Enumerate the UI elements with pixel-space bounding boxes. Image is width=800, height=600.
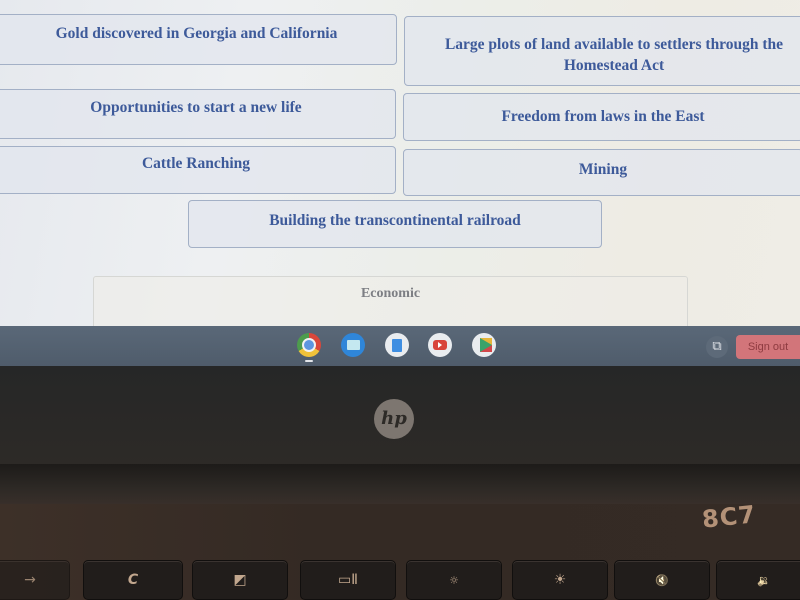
screen: Gold discovered in Georgia and Californi…: [0, 0, 800, 328]
docs-icon[interactable]: [385, 333, 409, 357]
shelf: [0, 326, 800, 366]
forward-key[interactable]: →: [0, 560, 70, 600]
brightness-up-icon: ☀: [553, 572, 567, 588]
tile-label: Large plots of land available to settler…: [444, 36, 784, 74]
youtube-icon[interactable]: [428, 333, 452, 357]
drop-zone-label: Economic: [360, 286, 421, 301]
tile-label: Cattle Ranching: [141, 155, 251, 172]
sign-out-button[interactable]: Sign out: [736, 335, 800, 359]
brightness-up-key[interactable]: ☀: [512, 560, 608, 600]
fullscreen-icon: ◩: [233, 572, 247, 588]
overview-icon: ▭Ⅱ: [337, 572, 359, 588]
tile-label: Gold discovered in Georgia and Californi…: [55, 25, 338, 42]
overview-key[interactable]: ▭Ⅱ: [300, 560, 396, 600]
answer-tile-gold[interactable]: Gold discovered in Georgia and Californi…: [0, 14, 397, 65]
tile-label: Freedom from laws in the East: [501, 108, 705, 125]
answer-tile-railroad[interactable]: Building the transcontinental railroad: [188, 200, 602, 248]
laptop-hinge: [0, 464, 800, 504]
volume-down-icon: 🔉: [757, 573, 771, 587]
sticker-label: 8C7: [700, 500, 758, 534]
brightness-down-key[interactable]: ☼: [406, 560, 502, 600]
answer-tile-mining[interactable]: Mining: [403, 149, 800, 196]
answer-tile-cattle[interactable]: Cattle Ranching: [0, 146, 396, 194]
volume-down-key[interactable]: 🔉: [716, 560, 800, 600]
folder-icon[interactable]: [341, 333, 365, 357]
running-indicator: [305, 360, 313, 362]
refresh-key[interactable]: C: [83, 560, 183, 600]
brightness-down-icon: ☼: [449, 573, 459, 587]
forward-icon: →: [24, 572, 36, 588]
play-store-icon[interactable]: [472, 333, 496, 357]
tile-label: Mining: [578, 161, 628, 178]
drop-zone-economic[interactable]: Economic: [93, 276, 688, 328]
chrome-icon[interactable]: [297, 333, 321, 357]
hp-logo: hp: [374, 399, 414, 439]
refresh-icon: C: [127, 572, 139, 588]
answer-tile-freedom[interactable]: Freedom from laws in the East: [403, 93, 800, 141]
answer-tile-new-life[interactable]: Opportunities to start a new life: [0, 89, 396, 139]
tile-label: Opportunities to start a new life: [90, 99, 302, 116]
fullscreen-key[interactable]: ◩: [192, 560, 288, 600]
answer-tile-homestead[interactable]: Large plots of land available to settler…: [404, 16, 800, 86]
desks-icon[interactable]: ⧉: [706, 336, 728, 358]
mute-icon: 🔇: [655, 573, 669, 587]
tile-label: Building the transcontinental railroad: [269, 212, 521, 229]
mute-key[interactable]: 🔇: [614, 560, 710, 600]
